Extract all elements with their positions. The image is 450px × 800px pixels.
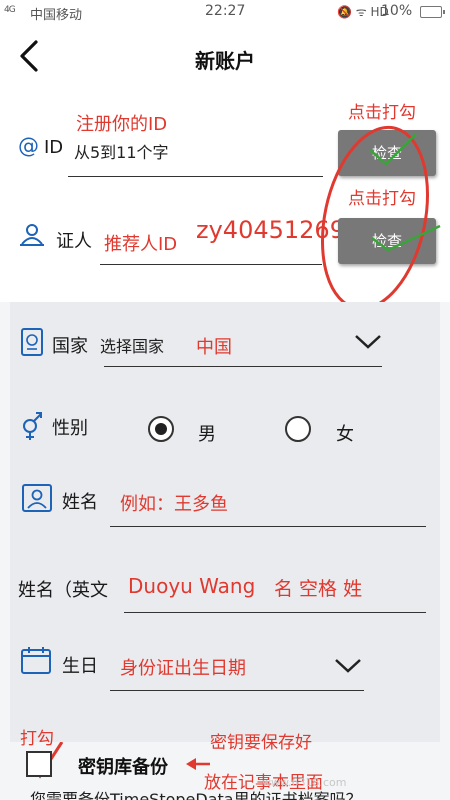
english-name-underline: [124, 612, 426, 613]
gender-icon: [23, 412, 42, 440]
name-label: 姓名: [62, 492, 98, 513]
backup-question: 您需要备份TimeStopeData里的证书档案吗？: [30, 790, 362, 800]
annotation-keep-key: 密钥要保存好: [210, 733, 312, 753]
id-card-icon: [22, 484, 52, 512]
chevron-down-icon[interactable]: [354, 334, 382, 350]
name-underline: [110, 526, 426, 527]
female-radio[interactable]: [285, 416, 311, 442]
gender-label: 性别: [52, 418, 88, 439]
english-name-input[interactable]: Duoyu Wang: [128, 574, 255, 598]
backup-label: 密钥库备份: [78, 757, 168, 778]
chevron-down-icon[interactable]: [334, 658, 362, 674]
name-input[interactable]: 例如：王多鱼: [120, 490, 228, 516]
male-label: 男: [198, 424, 216, 445]
new-account-screen: 4G 中国移动 22:27 🔕 ᯤ HD 10% 新账户 注册你的ID 点击打勾…: [0, 0, 450, 800]
birthday-underline: [110, 690, 364, 691]
annotation-english-name-format: 名 空格 姓: [274, 578, 363, 600]
country-underline: [104, 366, 382, 367]
female-label: 女: [336, 424, 354, 445]
country-label: 国家: [52, 336, 88, 357]
annotation-country-example: 中国: [196, 337, 232, 358]
country-select[interactable]: 选择国家: [100, 333, 164, 357]
annotation-tick: 打勾: [20, 729, 54, 749]
passport-icon: [21, 328, 43, 356]
birthday-input[interactable]: 身份证出生日期: [120, 654, 246, 680]
english-name-label: 姓名（英文: [18, 580, 108, 601]
male-radio[interactable]: [148, 416, 174, 442]
birthday-label: 生日: [62, 656, 98, 677]
backup-checkbox[interactable]: [26, 751, 52, 777]
calendar-icon: [21, 647, 51, 674]
